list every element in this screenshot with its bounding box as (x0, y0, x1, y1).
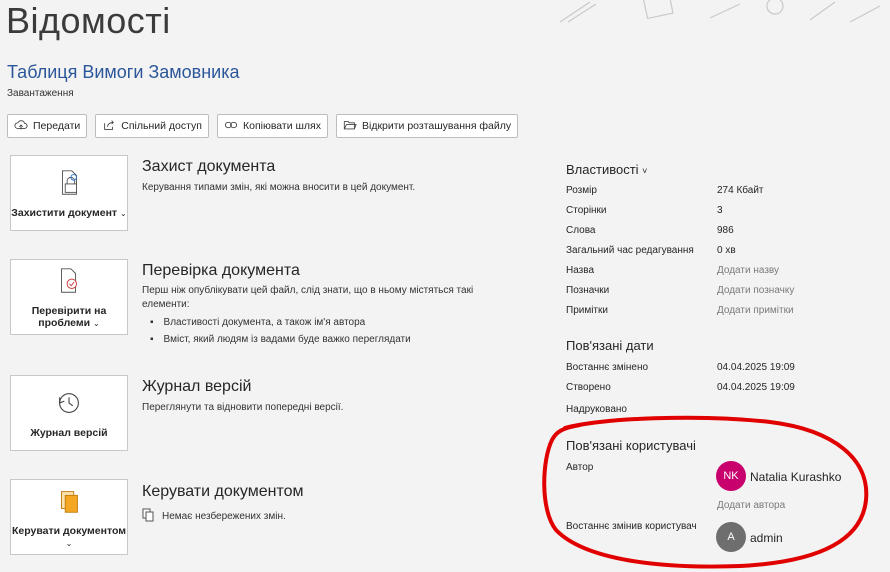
open-file-location-button-label: Відкрити розташування файлу (361, 120, 512, 132)
avatar[interactable]: A (716, 522, 746, 552)
property-label-title: Назва (566, 265, 595, 276)
protect-document-heading: Захист документа (142, 158, 276, 175)
share-icon (102, 118, 116, 135)
add-author-link[interactable]: Додати автора (717, 500, 785, 511)
property-label-comments: Примітки (566, 305, 608, 316)
avatar[interactable]: NK (716, 461, 746, 491)
manage-document-button[interactable]: Керувати документом ⌄ (10, 479, 128, 555)
property-value-editing-time: 0 хв (717, 245, 736, 256)
cloud-upload-icon (14, 118, 28, 135)
date-value-last-modified: 04.04.2025 19:09 (717, 362, 795, 373)
inspect-document-description: Перш ніж опублікувати цей файл, слід зна… (142, 285, 474, 310)
chevron-down-icon: ⌄ (93, 318, 100, 328)
last-modified-by-name[interactable]: admin (750, 531, 783, 545)
copy-path-button-label: Копіювати шлях (242, 120, 321, 132)
chevron-down-icon: ⌄ (65, 538, 73, 548)
share-button-label: Спільний доступ (121, 120, 202, 132)
list-item: Властивості документа, а також ім'я авто… (150, 314, 411, 331)
protect-document-label: Захистити документ (11, 206, 118, 219)
lock-document-icon (54, 168, 84, 207)
related-people-heading: Пов'язані користувачі (566, 438, 696, 453)
property-value-pages: 3 (717, 205, 723, 216)
manage-document-heading: Керувати документом (142, 483, 304, 500)
last-modified-by-label: Востаннє змінив користувач (566, 521, 697, 532)
date-value-created: 04.04.2025 19:09 (717, 382, 795, 393)
manage-document-icon (54, 486, 84, 525)
property-label-words: Слова (566, 225, 596, 236)
unsaved-changes-status: Немає незбережених змін. (142, 508, 286, 525)
link-icon (224, 118, 238, 135)
date-label-printed: Надруковано (566, 404, 627, 415)
inspect-document-heading: Перевірка документа (142, 262, 300, 279)
unsaved-changes-text: Немає незбережених змін. (162, 511, 286, 522)
decorative-background-art (559, 0, 881, 23)
add-title-field[interactable]: Додати назву (717, 265, 779, 276)
document-path: Завантаження (7, 88, 74, 99)
document-title: Таблиця Вимоги Замовника (7, 62, 240, 82)
date-label-last-modified: Востаннє змінено (566, 362, 649, 373)
document-stack-icon (142, 508, 154, 525)
chevron-down-icon: ⌄ (120, 208, 127, 218)
inspect-document-list: Властивості документа, а також ім'я авто… (150, 314, 411, 348)
protect-document-description: Керування типами змін, які можна вносити… (142, 182, 416, 193)
property-label-size: Розмір (566, 185, 597, 196)
version-history-heading: Журнал версій (142, 378, 252, 395)
history-clock-icon (54, 388, 84, 427)
list-item: Вміст, який людям із вадами буде важко п… (150, 331, 411, 348)
file-actions-toolbar: Передати Спільний доступ Копіювати шлях … (7, 114, 519, 138)
add-tag-field[interactable]: Додати позначку (717, 285, 794, 296)
upload-button[interactable]: Передати (7, 114, 88, 138)
date-label-created: Створено (566, 382, 611, 393)
property-value-words: 986 (717, 225, 734, 236)
page-title: Відомості (6, 0, 171, 41)
chevron-down-icon: ˅ (642, 166, 648, 176)
version-history-label: Журнал версій (30, 426, 108, 439)
inspect-document-icon (54, 266, 84, 305)
upload-button-label: Передати (33, 120, 81, 132)
property-label-pages: Сторінки (566, 205, 607, 216)
open-file-location-button[interactable]: Відкрити розташування файлу (335, 114, 519, 138)
check-for-issues-button[interactable]: Перевірити на проблеми ⌄ (10, 259, 128, 335)
manage-document-label: Керувати документом (11, 524, 127, 537)
add-comments-field[interactable]: Додати примітки (717, 305, 794, 316)
protect-document-button[interactable]: Захистити документ ⌄ (10, 155, 128, 231)
author-name[interactable]: Natalia Kurashko (750, 470, 841, 484)
copy-path-button[interactable]: Копіювати шлях (216, 114, 328, 138)
property-label-tags: Позначки (566, 285, 610, 296)
share-button[interactable]: Спільний доступ (95, 114, 209, 138)
related-dates-heading: Пов'язані дати (566, 338, 654, 353)
properties-dropdown[interactable]: Властивості ˅ (566, 162, 647, 177)
author-label: Автор (566, 462, 594, 473)
version-history-button[interactable]: Журнал версій (10, 375, 128, 451)
folder-open-icon (343, 118, 357, 135)
properties-heading: Властивості (566, 162, 639, 177)
property-label-editing-time: Загальний час редагування (566, 245, 694, 256)
version-history-description: Переглянути та відновити попередні версі… (142, 402, 344, 413)
property-value-size: 274 Кбайт (717, 185, 764, 196)
